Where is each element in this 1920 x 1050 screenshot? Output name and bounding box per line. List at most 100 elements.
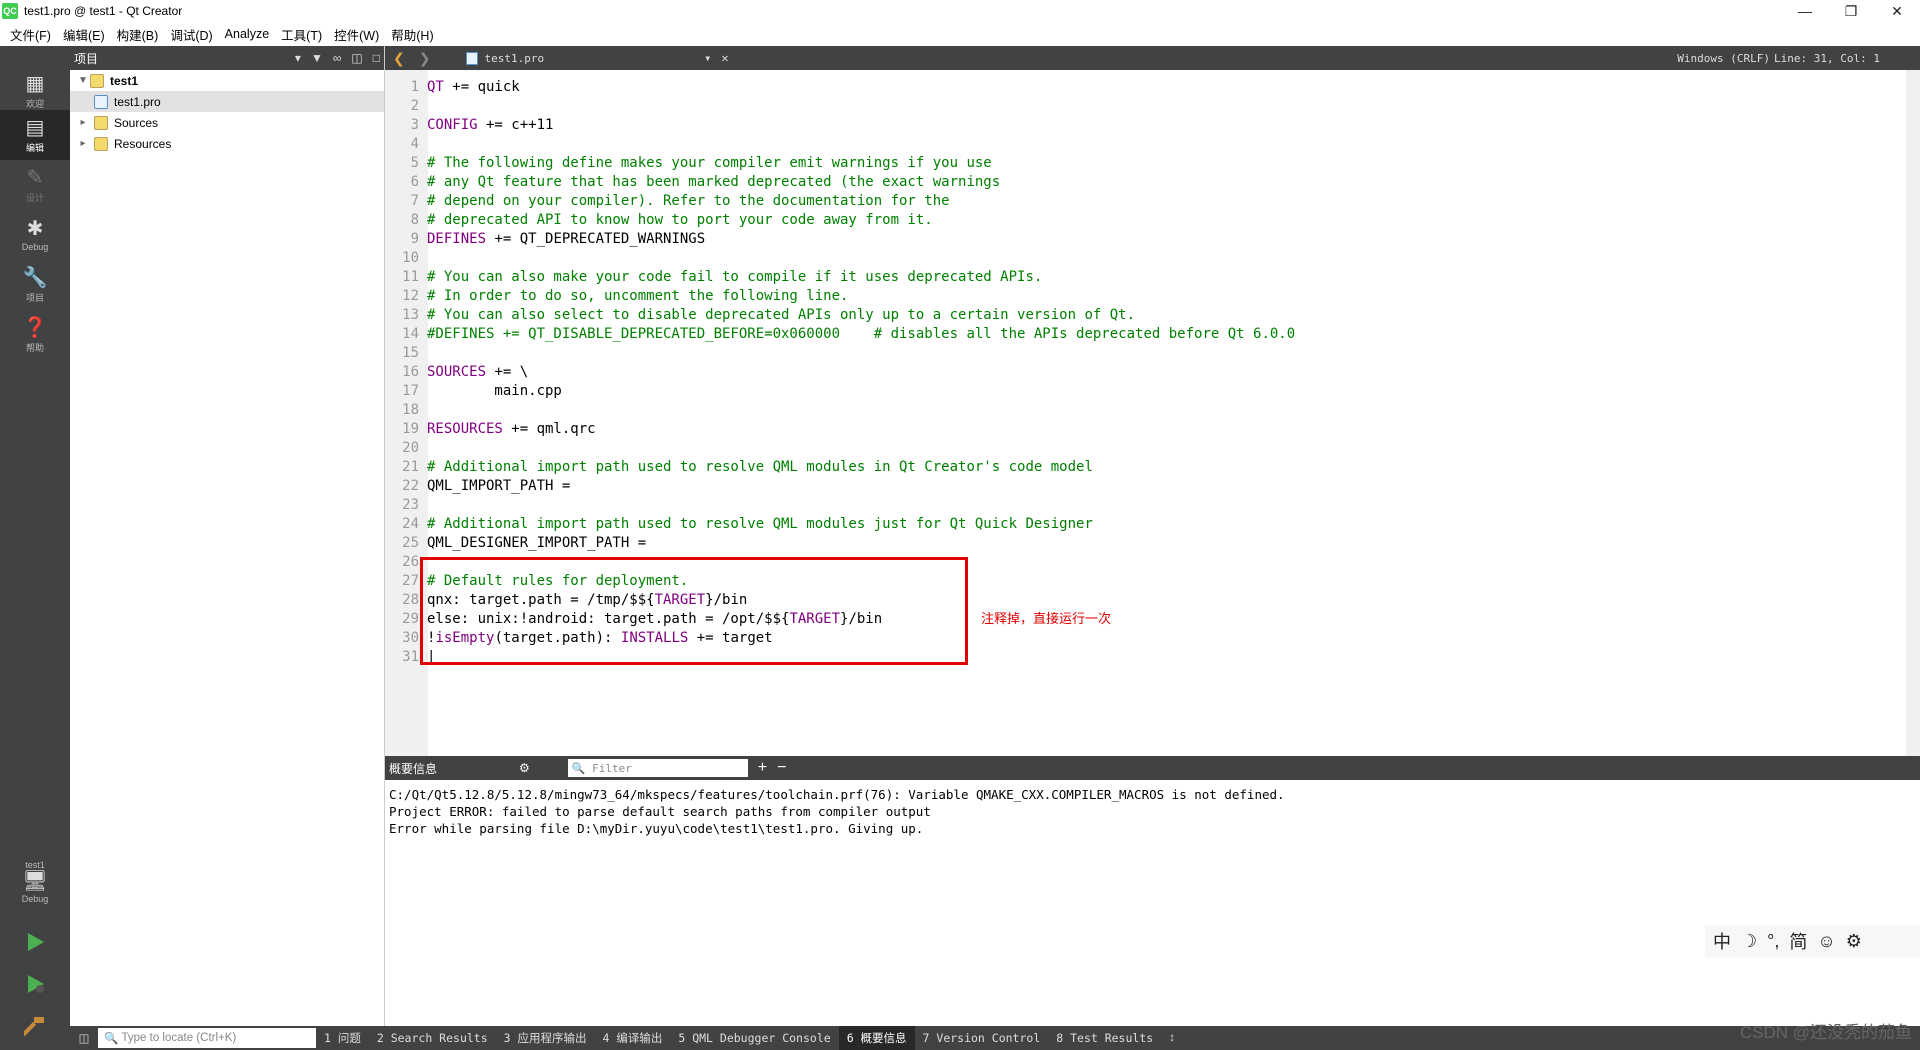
line-number: 7 (410, 193, 419, 209)
code-text: QML_IMPORT_PATH = (423, 477, 570, 496)
code-line[interactable]: 10 (385, 249, 1905, 268)
code-text: #DEFINES += QT_DISABLE_DEPRECATED_BEFORE… (423, 325, 1295, 344)
code-line[interactable]: 2 (385, 97, 1905, 116)
locator-input[interactable]: 🔍 Type to locate (Ctrl+K) (98, 1028, 316, 1048)
menu-analyze[interactable]: Analyze (225, 27, 269, 41)
menu-file[interactable]: 文件(F) (10, 25, 51, 44)
code-line[interactable]: 17 main.cpp (385, 382, 1905, 401)
code-line[interactable]: 4 (385, 135, 1905, 154)
clear-icon[interactable]: ⚙ (519, 761, 530, 775)
tree-item-sources[interactable]: ▸ Sources (70, 112, 384, 133)
code-line[interactable]: 23 (385, 496, 1905, 515)
code-line[interactable]: 5 # The following define makes your compi… (385, 154, 1905, 173)
split-icon[interactable]: ◫ (351, 51, 362, 65)
line-number: 4 (410, 136, 419, 152)
debug-run-button[interactable] (0, 966, 70, 1002)
code-line[interactable]: 12 # In order to do so, uncomment the fol… (385, 287, 1905, 306)
emoji-icon[interactable]: ☺ (1817, 931, 1835, 952)
zoom-in-button[interactable]: + (758, 759, 767, 777)
tab-test-results[interactable]: 8 Test Results (1048, 1026, 1161, 1050)
tab-application-output[interactable]: 3 应用程序输出 (496, 1026, 595, 1050)
code-line[interactable]: 11 # You can also make your code fail to … (385, 268, 1905, 287)
cursor-position[interactable]: Line: 31, Col: 1 (1774, 52, 1880, 65)
mode-welcome[interactable]: ▦ 欢迎 (0, 66, 70, 116)
close-document-icon[interactable]: ✕ (721, 51, 728, 65)
close-button[interactable]: ✕ (1874, 0, 1920, 22)
ime-simplified[interactable]: 简 (1789, 928, 1807, 954)
run-button[interactable] (0, 924, 70, 960)
line-number: 6 (410, 174, 419, 190)
ime-mode-chinese[interactable]: 中 (1713, 928, 1731, 954)
menu-tools[interactable]: 工具(T) (281, 25, 322, 44)
mode-design[interactable]: ✎ 设计 (0, 160, 70, 210)
mode-debug[interactable]: ✱ Debug (0, 210, 70, 260)
code-line[interactable]: 15 (385, 344, 1905, 363)
collapse-arrow-icon[interactable]: ▸ (76, 117, 90, 128)
mode-help[interactable]: ❓ 帮助 (0, 310, 70, 360)
run-icon (28, 933, 44, 951)
code-line[interactable]: 24 # Additional import path used to resol… (385, 515, 1905, 534)
chevron-down-icon[interactable]: ▾ (704, 51, 711, 65)
code-line[interactable]: 25 QML_DESIGNER_IMPORT_PATH = (385, 534, 1905, 553)
qt-creator-app-icon: QC (2, 3, 18, 19)
tab-issues[interactable]: 1 问题 (316, 1026, 369, 1050)
code-line[interactable]: 3 CONFIG += c++11 (385, 116, 1905, 135)
code-line[interactable]: 18 (385, 401, 1905, 420)
mode-projects[interactable]: 🔧 项目 (0, 260, 70, 310)
code-line[interactable]: 22 QML_IMPORT_PATH = (385, 477, 1905, 496)
tab-qml-debugger-console[interactable]: 5 QML Debugger Console (670, 1026, 838, 1050)
code-line[interactable]: 14 #DEFINES += QT_DISABLE_DEPRECATED_BEFO… (385, 325, 1905, 344)
close-pane-icon[interactable]: □ (373, 51, 380, 65)
code-text: # You can also select to disable depreca… (423, 306, 1135, 325)
code-line[interactable]: 8 # deprecated API to know how to port yo… (385, 211, 1905, 230)
line-number: 31 (402, 649, 419, 665)
link-icon[interactable]: ∞ (333, 51, 342, 65)
toggle-sidebar-icon[interactable]: ◫ (70, 1031, 98, 1045)
encoding-selector[interactable]: Windows (CRLF) (1677, 52, 1770, 65)
code-line[interactable]: 13 # You can also select to disable depre… (385, 306, 1905, 325)
line-number: 22 (402, 478, 419, 494)
code-line[interactable]: 16 SOURCES += \ (385, 363, 1905, 382)
settings-icon[interactable]: ⚙ (1846, 931, 1862, 952)
code-line[interactable]: 9 DEFINES += QT_DEPRECATED_WARNINGS (385, 230, 1905, 249)
build-button[interactable] (0, 1008, 70, 1044)
tab-general-messages[interactable]: 6 概要信息 (838, 1026, 915, 1050)
expand-arrow-icon[interactable]: ▼ (76, 75, 90, 86)
menu-help[interactable]: 帮助(H) (391, 25, 433, 44)
document-selector[interactable]: test1.pro ▾ ✕ (466, 51, 729, 65)
punctuation-icon[interactable]: °, (1767, 931, 1779, 952)
tab-version-control[interactable]: 7 Version Control (915, 1026, 1049, 1050)
tree-item-resources[interactable]: ▸ Resources (70, 133, 384, 154)
chevron-down-icon[interactable]: ▾ (295, 51, 301, 65)
maximize-button[interactable]: ❐ (1828, 0, 1874, 22)
sources-folder-icon (94, 115, 108, 130)
kit-selector[interactable]: test1 🖥 Debug (0, 846, 70, 916)
mode-edit[interactable]: ▤ 编辑 (0, 110, 70, 160)
code-line[interactable]: 1 QT += quick (385, 78, 1905, 97)
menu-edit[interactable]: 编辑(E) (63, 25, 105, 44)
menu-debug[interactable]: 调试(D) (170, 25, 212, 44)
code-line[interactable]: 19 RESOURCES += qml.qrc (385, 420, 1905, 439)
code-line[interactable]: 21 # Additional import path used to resol… (385, 458, 1905, 477)
minimize-button[interactable]: — (1782, 0, 1828, 22)
tab-search-results[interactable]: 2 Search Results (369, 1026, 496, 1050)
menu-build[interactable]: 构建(B) (117, 25, 159, 44)
vertical-scrollbar[interactable] (1906, 70, 1920, 756)
code-line[interactable]: 7 # depend on your compiler). Refer to th… (385, 192, 1905, 211)
filter-icon[interactable]: ▼ (311, 51, 323, 65)
tree-item-test1[interactable]: ▼ test1 (70, 70, 384, 91)
collapse-arrow-icon[interactable]: ▸ (76, 138, 90, 149)
code-line[interactable]: 20 (385, 439, 1905, 458)
filter-input[interactable]: 🔍 Filter (567, 759, 748, 777)
menu-widgets[interactable]: 控件(W) (334, 25, 379, 44)
more-tabs-icon[interactable]: ↕ (1161, 1026, 1183, 1050)
moon-icon[interactable]: ☽ (1741, 931, 1757, 952)
forward-arrow-icon[interactable]: ❯ (419, 50, 431, 67)
tree-item-test1-pro[interactable]: test1.pro (70, 91, 384, 112)
code-line[interactable]: 6 # any Qt feature that has been marked d… (385, 173, 1905, 192)
tab-compile-output[interactable]: 4 编译输出 (595, 1026, 671, 1050)
output-content[interactable]: C:/Qt/Qt5.12.8/5.12.8/mingw73_64/mkspecs… (385, 780, 1920, 1025)
project-pane: 项目 ▾ ▼ ∞ ◫ □ ▼ test1 test1.pro ▸ Sources… (70, 46, 385, 1026)
back-arrow-icon[interactable]: ❮ (393, 50, 405, 67)
zoom-out-button[interactable]: − (777, 759, 786, 777)
